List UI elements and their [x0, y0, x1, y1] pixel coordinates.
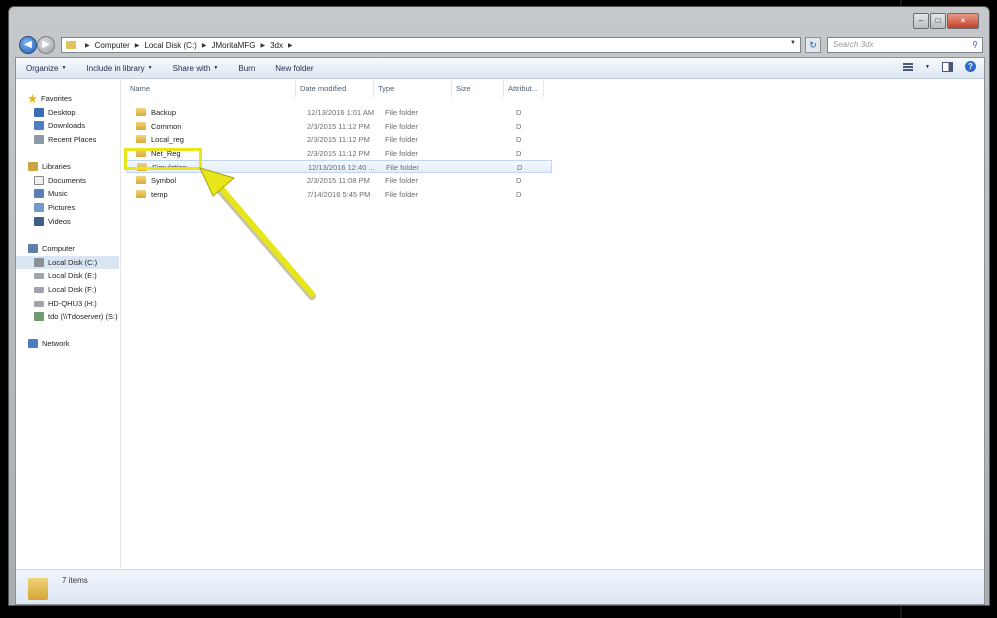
annotation-arrow-icon: [199, 167, 316, 300]
